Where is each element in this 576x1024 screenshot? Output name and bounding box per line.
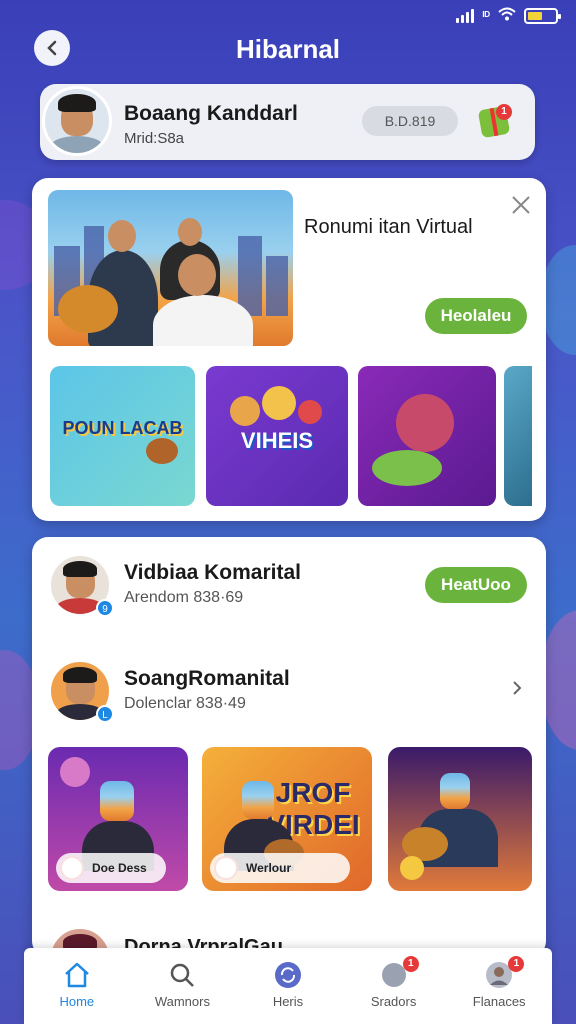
follow-button[interactable]: HeatUoo xyxy=(425,567,527,603)
video-caption xyxy=(396,853,510,883)
featured-title: Ronumi itan Virtual xyxy=(304,216,473,238)
battery-icon xyxy=(524,8,561,24)
tab-bar: Home Wamnors Heris 1 Sradors 1 Flanaces xyxy=(24,948,552,1024)
video-strip: Doe Dess JROF VIRDEI Werlour xyxy=(48,747,532,891)
notification-badge: 1 xyxy=(496,104,512,120)
code-pill[interactable]: B.D.819 xyxy=(362,106,458,136)
count-badge: 9 xyxy=(96,599,114,617)
creator-subtitle: Arendom 838·69 xyxy=(124,589,244,606)
featured-hero-image[interactable] xyxy=(48,190,293,346)
header: Hibarnal xyxy=(0,28,576,72)
video-card[interactable]: JROF VIRDEI Werlour xyxy=(202,747,372,891)
notification-badge: 1 xyxy=(508,956,525,972)
tab-label: Wamnors xyxy=(154,994,210,1009)
video-card[interactable]: Doe Dess xyxy=(48,747,188,891)
chevron-right-icon[interactable] xyxy=(510,681,524,695)
tab-home[interactable]: Home xyxy=(24,948,130,1024)
creator-subtitle: Dolenclar 838·49 xyxy=(124,695,246,712)
refresh-icon xyxy=(274,962,301,988)
profile-subtitle: Mrid:S8a xyxy=(124,130,185,147)
video-caption: Doe Dess xyxy=(56,853,166,883)
thumbnail-label: POUN LACAB xyxy=(62,418,183,438)
tab-search[interactable]: Wamnors xyxy=(130,948,236,1024)
list-item[interactable]: 9 Vidbiaa Komarital Arendom 838·69 HeatU… xyxy=(32,537,546,617)
thumbnail-label: VIHEIS xyxy=(240,428,314,453)
tab-label: Sradors xyxy=(370,994,417,1009)
creator-name: Vidbiaa Komarital xyxy=(124,561,302,584)
profile-name: Boaang Kanddarl xyxy=(124,102,298,125)
featured-card: Ronumi itan Virtual Heolaleu POUN LACAB … xyxy=(32,178,546,521)
status-bar: ᴵᴰ xyxy=(456,6,561,26)
profile-card[interactable]: Boaang Kanddarl Mrid:S8a B.D.819 1 xyxy=(40,84,535,160)
search-icon xyxy=(171,963,195,987)
thumbnail-card[interactable] xyxy=(358,366,496,506)
carrier-label: ᴵᴰ xyxy=(482,9,490,23)
page-title: Hibarnal xyxy=(235,34,341,64)
video-caption: Werlour xyxy=(210,853,350,883)
tab-label: Heris xyxy=(272,994,304,1009)
avatar xyxy=(42,86,112,156)
thumbnail-card[interactable]: VIHEIS xyxy=(206,366,348,506)
creator-list-card: 9 Vidbiaa Komarital Arendom 838·69 HeatU… xyxy=(32,537,546,990)
video-card[interactable] xyxy=(388,747,532,891)
featured-action-button[interactable]: Heolaleu xyxy=(425,298,527,334)
count-badge: L xyxy=(96,705,114,723)
tab-label: Flanaces xyxy=(472,994,526,1009)
tab-label: Home xyxy=(59,994,95,1009)
close-icon[interactable] xyxy=(510,194,532,216)
list-item[interactable]: L SoangRomanital Dolenclar 838·49 xyxy=(32,643,546,723)
creator-name: SoangRomanital xyxy=(124,667,290,690)
home-icon xyxy=(64,962,89,988)
tab-profile[interactable]: 1 Flanaces xyxy=(446,948,552,1024)
thumbnail-card[interactable] xyxy=(504,366,532,506)
thumbnail-strip: POUN LACAB VIHEIS xyxy=(48,366,532,506)
tab-notifications[interactable]: 1 Sradors xyxy=(341,948,447,1024)
wifi-icon xyxy=(498,7,516,25)
tab-refresh[interactable]: Heris xyxy=(235,948,341,1024)
notification-badge: 1 xyxy=(402,956,419,972)
signal-icon xyxy=(456,9,475,23)
thumbnail-card[interactable]: POUN LACAB xyxy=(50,366,195,506)
